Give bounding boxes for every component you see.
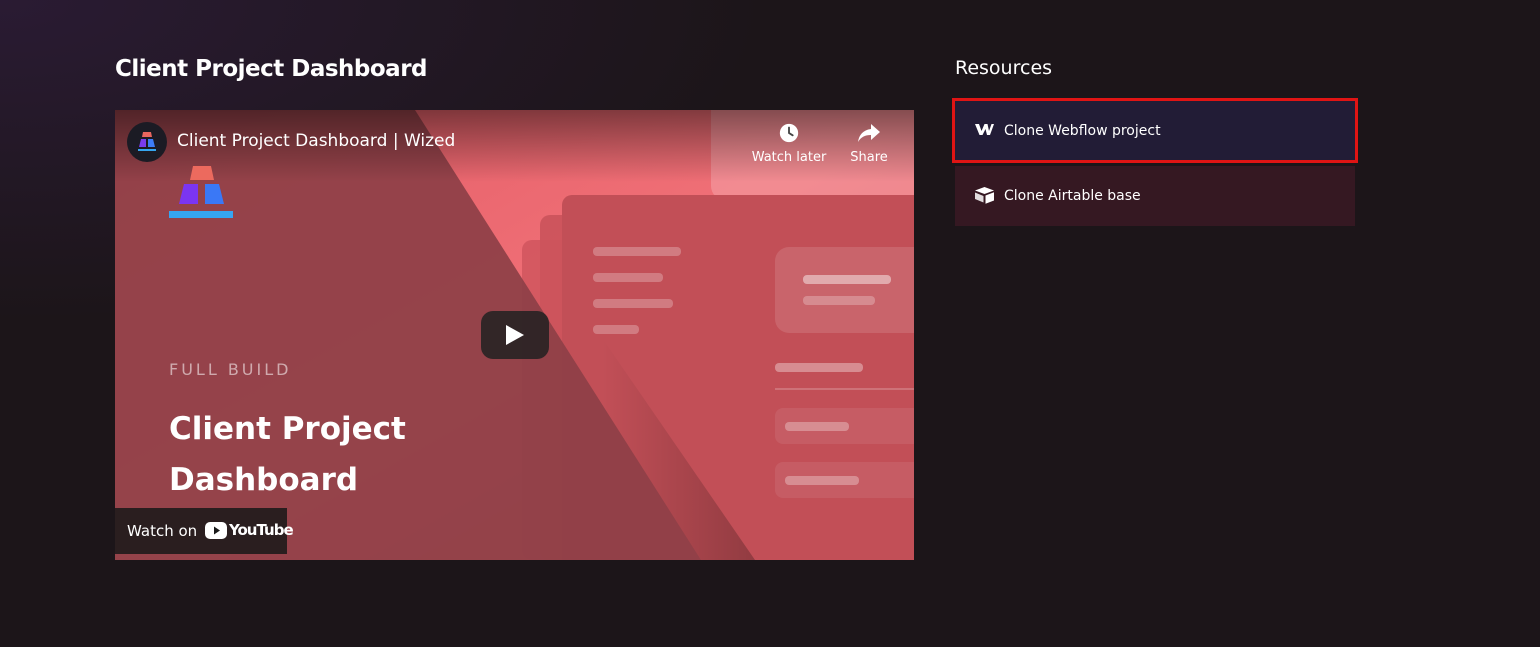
wized-logo-icon (138, 132, 156, 151)
youtube-logo-icon (205, 522, 227, 539)
airtable-icon (975, 187, 994, 204)
resource-label-airtable: Clone Airtable base (1004, 188, 1141, 204)
youtube-wordmark: YouTube (229, 521, 294, 539)
share-button[interactable]: Share (829, 122, 909, 165)
play-button[interactable] (481, 311, 549, 359)
watch-on-label: Watch on (127, 522, 198, 540)
page-title: Client Project Dashboard (115, 56, 428, 82)
video-embed[interactable]: Client Project Dashboard | Wized Watch l… (115, 110, 914, 560)
resources-heading: Resources (955, 57, 1053, 79)
clone-webflow-project-link[interactable]: Clone Webflow project (952, 98, 1358, 163)
watch-later-button[interactable]: Watch later (749, 122, 829, 165)
page: Client Project Dashboard Client Project … (0, 0, 1540, 647)
clone-airtable-base-link[interactable]: Clone Airtable base (955, 166, 1355, 226)
watch-on-youtube-button[interactable]: Watch on YouTube (115, 508, 294, 554)
play-icon (506, 325, 524, 345)
channel-avatar[interactable] (127, 122, 167, 162)
video-eyebrow: FULL BUILD (169, 360, 292, 379)
wized-brand-logo (169, 166, 233, 218)
webflow-icon (975, 124, 994, 135)
watch-later-label: Watch later (751, 150, 827, 165)
video-heading: Client Project Dashboard (169, 411, 406, 498)
clock-icon (779, 123, 799, 143)
video-title[interactable]: Client Project Dashboard | Wized (177, 131, 455, 151)
resource-label-webflow: Clone Webflow project (1004, 123, 1161, 139)
share-label: Share (850, 150, 888, 165)
share-arrow-icon (858, 124, 880, 142)
